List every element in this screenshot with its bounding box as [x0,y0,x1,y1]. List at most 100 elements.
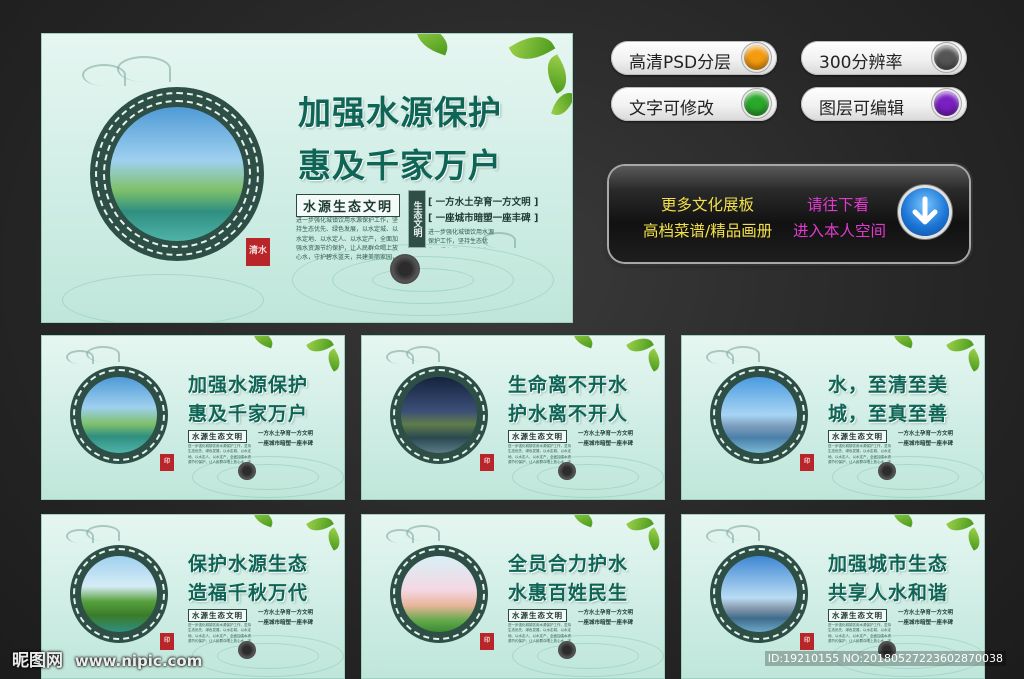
body-paragraph: 进一步强化城镇饮用水源保护工作，坚持生态优先、绿色发展，以水定城、以水定地、以水… [508,623,571,643]
feature-label: 高清PSD分层 [629,53,732,73]
leaf-decoration-icon [323,348,344,372]
orange-dot-icon [744,45,769,70]
site-url: www.nipic.com [74,652,203,670]
promo-line3: 请往下看 [807,196,870,214]
water-ripple [537,464,639,490]
bronze-cauldron-icon [558,641,576,659]
leaf-decoration-icon [890,515,916,528]
thumb-title-line1: 生命离不开水 [508,374,629,396]
bronze-cauldron-icon [390,254,420,284]
thumbnail-board: 印 全员合力护水 水惠百姓民生 水源生态文明 一方水土孕育一方文明 一座城市暗塑一座丰碑进… [362,515,664,678]
round-photo-frame [390,366,488,464]
red-seal-stamp: 印 [160,454,174,471]
main-title-line1: 加强水源保护 [298,93,502,132]
scene-photo [721,556,797,632]
motto-line2: [ 一座城市暗塑一座丰碑 ] [428,213,539,224]
feature-editable-text: 文字可修改 [611,87,777,121]
lake-photo [110,107,244,241]
motto-line2: 一座城市暗塑一座丰碑 [578,620,634,626]
feature-label: 图层可编辑 [819,99,904,119]
leaf-decoration-icon [250,336,276,349]
round-photo-frame [710,545,808,643]
thumb-title-line1: 加强水源保护 [188,374,309,396]
motto-line1: [ 一方水土孕育一方文明 ] [428,197,539,208]
thumb-title-line2: 护水离不开人 [508,403,629,425]
ecology-tag: 水源生态文明 [508,430,567,443]
water-ripple [372,268,474,292]
green-dot-icon [744,91,769,116]
ecology-tag: 水源生态文明 [508,609,567,622]
round-photo-frame [70,366,168,464]
thumb-title-line2: 城，至真至善 [828,403,949,425]
motto-line2: 一座城市暗塑一座丰碑 [898,441,954,447]
water-ripple [62,274,264,322]
purple-dot-icon [934,91,959,116]
motto-line1: 一方水土孕育一方文明 [898,610,954,616]
leaf-decoration-icon [411,34,453,56]
leaf-decoration-icon [551,89,572,119]
bronze-cauldron-icon [558,462,576,480]
image-id-text: ID:19210155 NO:20180527223602870038 [764,651,1006,666]
feature-editable-layers: 图层可编辑 [801,87,967,121]
ecology-tag: 水源生态文明 [188,609,247,622]
scene-photo [401,556,477,632]
scene-photo [81,377,157,453]
more-designs-banner[interactable]: 更多文化展板 高档菜谱/精品画册 请往下看 进入本人空间 [609,166,969,262]
water-ripple [217,464,319,490]
feature-label: 300分辨率 [819,53,903,73]
leaf-decoration-icon [323,527,344,551]
thumb-title-line2: 水惠百姓民生 [508,582,629,604]
main-board: 清水 加强水源保护 惠及千家万户 水源生态文明 生态文明 [ 一方水土孕育一方文… [42,34,572,322]
motto-line1: 一方水土孕育一方文明 [898,431,954,437]
download-arrow-icon[interactable] [901,188,949,236]
bronze-cauldron-icon [238,462,256,480]
motto-line2: 一座城市暗塑一座丰碑 [258,441,314,447]
thumb-title-line1: 水，至清至美 [828,374,949,396]
ecology-tag: 水源生态文明 [188,430,247,443]
cloud-ornament-icon [86,346,120,362]
cloud-ornament-icon [406,525,440,541]
red-seal-stamp: 印 [800,454,814,471]
red-seal-stamp: 印 [480,454,494,471]
red-seal-stamp: 清水 [246,238,270,266]
leaf-decoration-icon [643,527,664,551]
leaf-decoration-icon [643,348,664,372]
leaf-decoration-icon [539,54,572,94]
bronze-cauldron-icon [878,462,896,480]
round-photo-frame [710,366,808,464]
cloud-ornament-icon [406,346,440,362]
scene-photo [401,377,477,453]
cloud-ornament-icon [726,346,760,362]
motto-line1: 一方水土孕育一方文明 [258,610,314,616]
ecology-tag: 水源生态文明 [296,194,401,217]
site-watermark: 昵图网 www.nipic.com [12,646,202,671]
motto-line2: 一座城市暗塑一座丰碑 [578,441,634,447]
motto-line2: 一座城市暗塑一座丰碑 [898,620,954,626]
thumb-title-line2: 共享人水和谐 [828,582,949,604]
water-ripple [857,464,959,490]
thumb-title-line1: 全员合力护水 [508,553,629,575]
thumbnail-board: 印 加强水源保护 惠及千家万户 水源生态文明 一方水土孕育一方文明 一座城市暗塑一座丰碑进… [42,336,344,499]
round-photo-frame [390,545,488,643]
thumbnail-board: 印 水，至清至美 城，至真至善 水源生态文明 一方水土孕育一方文明 一座城市暗塑一座丰碑进… [682,336,984,499]
round-photo-frame [70,545,168,643]
ecology-tag: 水源生态文明 [828,609,887,622]
body-paragraph: 进一步强化城镇饮用水源保护工作，坚持生态优先、绿色发展，以水定城、以水定地、以水… [296,217,399,260]
promo-line4: 进入本人空间 [793,222,887,240]
body-paragraph: 进一步强化城镇饮用水源保护工作，坚持生态优先、绿色发展，以水定城、以水定地、以水… [188,623,251,643]
thumb-title-line2: 惠及千家万户 [188,403,309,425]
bronze-cauldron-icon [238,641,256,659]
leaf-decoration-icon [963,527,984,551]
feature-psd-layers: 高清PSD分层 [611,41,777,75]
thumb-title-line2: 造福千秋万代 [188,582,309,604]
cloud-ornament-icon [726,525,760,541]
ecology-tag: 水源生态文明 [828,430,887,443]
feature-label: 文字可修改 [629,99,714,119]
vertical-seal: 生态文明 [408,190,426,248]
main-title-line2: 惠及千家万户 [298,146,502,185]
cloud-ornament-icon [117,56,171,82]
body-paragraph: 进一步强化城镇饮用水源保护工作，坚持生态优先、绿色发展，以水定城、以水定地、以水… [188,444,251,464]
thumbnail-board: 印 生命离不开水 护水离不开人 水源生态文明 一方水土孕育一方文明 一座城市暗塑一座丰碑进… [362,336,664,499]
promo-line1: 更多文化展板 [661,196,755,214]
cloud-ornament-icon [86,525,120,541]
